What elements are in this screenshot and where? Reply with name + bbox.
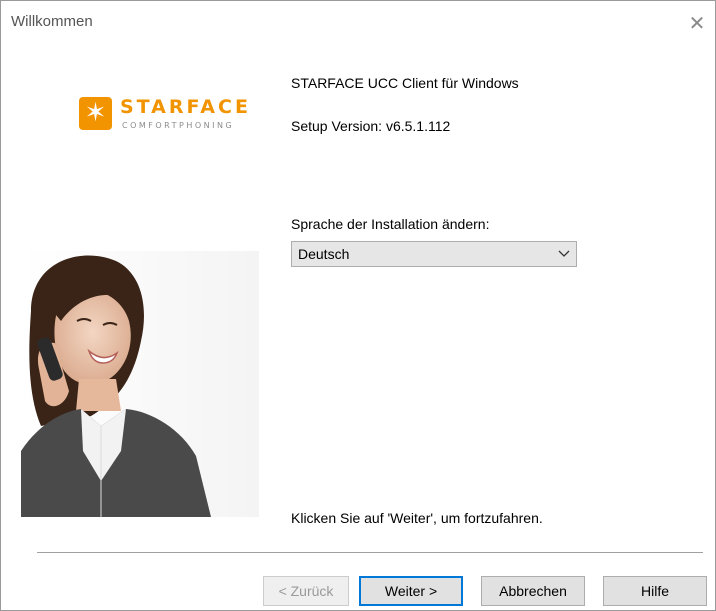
cancel-button[interactable]: Abbrechen [481,576,585,606]
woman-on-phone-photo [21,251,259,517]
close-icon[interactable]: ✕ [683,11,711,35]
continue-hint: Klicken Sie auf 'Weiter', um fortzufahre… [291,510,543,526]
star-icon: ✶ [84,98,107,128]
window-title: Willkommen [11,13,93,30]
language-select[interactable]: Deutsch [291,241,577,267]
language-selected-value: Deutsch [298,246,350,262]
back-button[interactable]: < Zurück [263,576,349,606]
title-bar: Willkommen ✕ [1,1,715,35]
chevron-down-icon [558,250,570,257]
divider [37,552,703,553]
starface-logo: ✶ STARFACE COMFORTPHONING [79,96,251,137]
setup-dialog: Willkommen ✕ ✶ STARFACE COMFORTPHONING S… [0,0,716,611]
product-name: STARFACE UCC Client für Windows [291,75,519,91]
logo-tagline: COMFORTPHONING [122,121,235,130]
next-button[interactable]: Weiter > [359,576,463,606]
logo-brand-text: STARFACE [120,96,251,118]
help-button[interactable]: Hilfe [603,576,707,606]
setup-version: Setup Version: v6.5.1.112 [291,118,451,134]
language-label: Sprache der Installation ändern: [291,216,490,232]
logo-mark: ✶ [79,97,112,130]
